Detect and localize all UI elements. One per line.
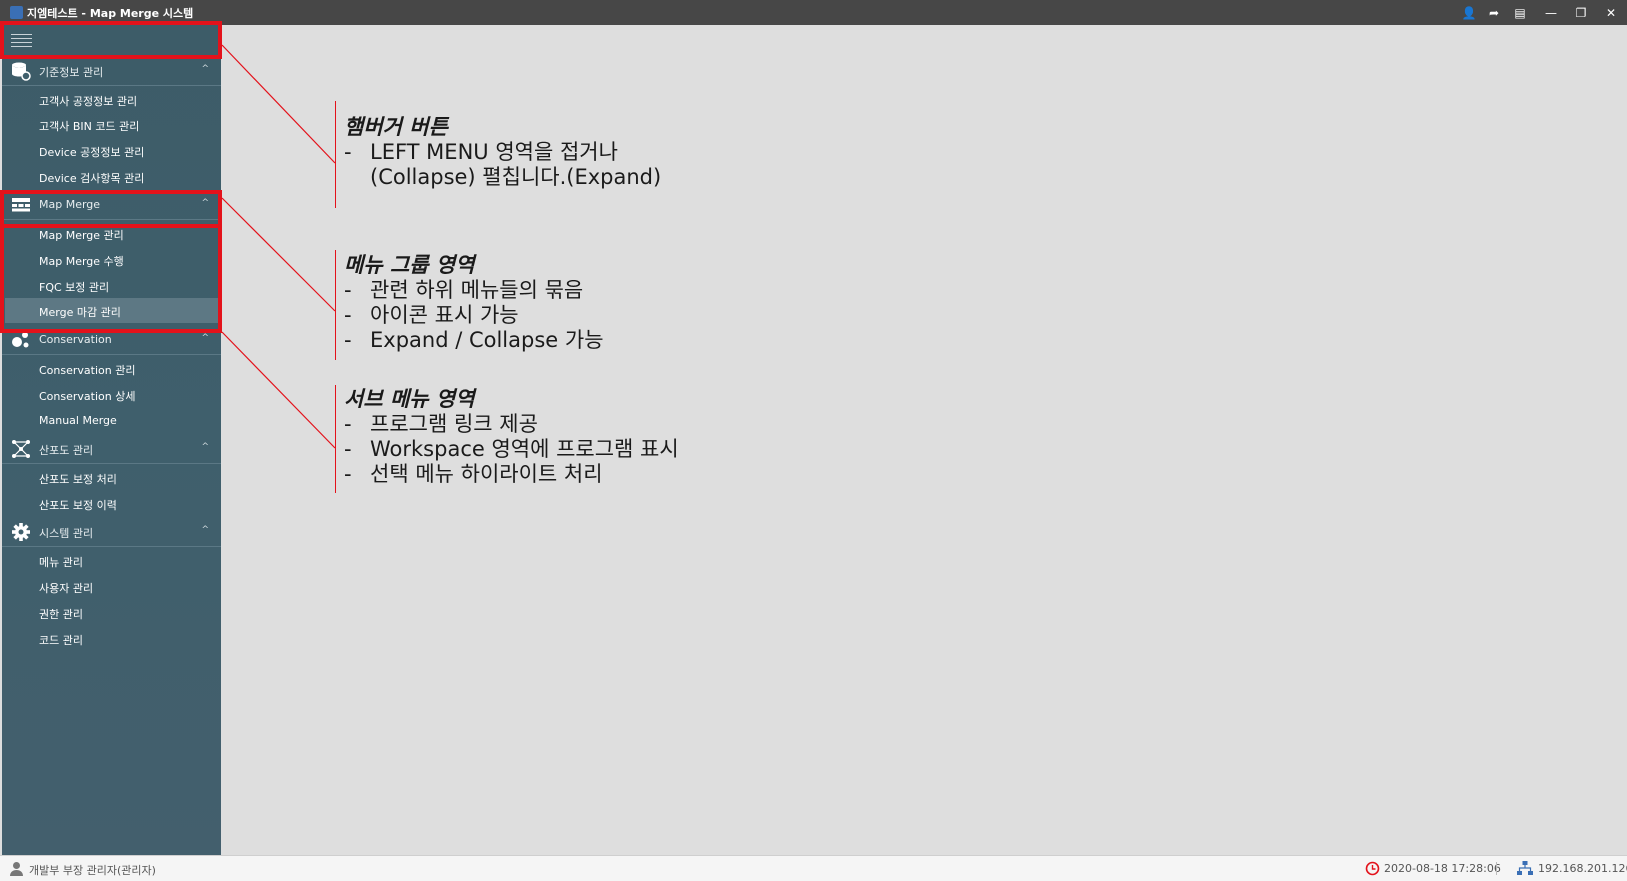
menu-item-customer-bin-code[interactable]: 고객사 BIN 코드 관리 xyxy=(5,112,218,137)
network-icon xyxy=(12,440,30,458)
restore-icon[interactable]: ❐ xyxy=(1571,3,1591,22)
menu-item-label: Merge 마감 관리 xyxy=(39,306,121,319)
share-icon[interactable]: ➦ xyxy=(1484,3,1504,22)
annotation-line: 선택 메뉴 하이라이트 처리 xyxy=(370,462,603,486)
status-divider xyxy=(1496,862,1497,875)
menu-item-fqc-correction[interactable]: FQC 보정 관리 xyxy=(5,273,218,298)
menu-item-label: 권한 관리 xyxy=(39,608,83,621)
user-switch-icon[interactable]: 👤 xyxy=(1459,3,1479,22)
annotation-line: 프로그램 링크 제공 xyxy=(370,412,538,436)
menu-item-label: Map Merge 수행 xyxy=(39,255,124,268)
menu-item-manual-merge[interactable]: Manual Merge xyxy=(5,408,218,433)
annotation-title: 메뉴 그룹 영역 xyxy=(344,253,475,277)
menu-item-customer-process-info[interactable]: 고객사 공정정보 관리 xyxy=(5,87,218,112)
database-icon xyxy=(12,62,31,81)
menu-item-map-merge-run[interactable]: Map Merge 수행 xyxy=(5,247,218,272)
annotation-line: Workspace 영역에 프로그램 표시 xyxy=(370,437,679,461)
callout-bar xyxy=(335,101,336,208)
hamburger-button[interactable] xyxy=(2,25,221,56)
status-bar: 개발부 부장 관리자(관리자) 2020-08-18 17:28:06 192.… xyxy=(0,855,1627,881)
menu-item-label: Conservation 상세 xyxy=(39,390,136,403)
chevron-up-icon[interactable]: ^ xyxy=(201,525,209,535)
annotation-menu-group: 메뉴 그룹 영역 - 관련 하위 메뉴들의 묶음 - 아이콘 표시 가능 - Expa… xyxy=(344,253,604,352)
chevron-up-icon[interactable]: ^ xyxy=(201,333,209,343)
menu-item-permission-manage[interactable]: 권한 관리 xyxy=(5,600,218,625)
menu-item-label: 산포도 보정 이력 xyxy=(39,499,117,512)
annotation-line: Expand / Collapse 가능 xyxy=(370,328,604,352)
menu-item-code-manage[interactable]: 코드 관리 xyxy=(5,626,218,651)
menu-item-device-inspection[interactable]: Device 검사항목 관리 xyxy=(5,164,218,189)
group-label: 산포도 관리 xyxy=(39,444,94,457)
menu-item-map-merge-manage[interactable]: Map Merge 관리 xyxy=(5,221,218,246)
menu-item-scatter-history[interactable]: 산포도 보정 이력 xyxy=(5,491,218,516)
chevron-up-icon[interactable]: ^ xyxy=(201,64,209,74)
menu-item-label: Device 공정정보 관리 xyxy=(39,146,145,159)
callout-bar xyxy=(335,250,336,360)
annotation-line: LEFT MENU 영역을 접거나 xyxy=(370,140,618,164)
chevron-up-icon[interactable]: ^ xyxy=(201,198,209,208)
menu-item-label: Conservation 관리 xyxy=(39,364,136,377)
title-bar: 지엠테스트 - Map Merge 시스템 👤 ➦ ▤ — ❐ ✕ xyxy=(0,0,1627,25)
menu-item-menu-manage[interactable]: 메뉴 관리 xyxy=(5,548,218,573)
callout-bar xyxy=(335,385,336,493)
menu-item-label: Map Merge 관리 xyxy=(39,229,124,242)
annotation-line: 아이콘 표시 가능 xyxy=(370,303,519,327)
menu-group-map-merge[interactable]: Map Merge ^ xyxy=(2,190,221,220)
network-icon xyxy=(1517,861,1533,875)
status-ip: 192.168.201.126 xyxy=(1538,862,1627,875)
menu-item-label: 사용자 관리 xyxy=(39,582,94,595)
menu-item-label: 고객사 공정정보 관리 xyxy=(39,95,138,108)
menu-item-label: 고객사 BIN 코드 관리 xyxy=(39,120,140,133)
menu-group-scatter[interactable]: 산포도 관리 ^ xyxy=(2,434,221,464)
close-icon[interactable]: ✕ xyxy=(1601,3,1621,22)
group-label: Conservation xyxy=(39,333,112,346)
menu-item-conservation-manage[interactable]: Conservation 관리 xyxy=(5,356,218,381)
menu-item-label: 산포도 보정 처리 xyxy=(39,473,117,486)
menu-item-user-manage[interactable]: 사용자 관리 xyxy=(5,574,218,599)
bubbles-icon xyxy=(12,332,29,348)
group-label: 시스템 관리 xyxy=(39,527,94,540)
annotation-title: 서브 메뉴 영역 xyxy=(344,387,475,411)
status-user: 개발부 부장 관리자(관리자) xyxy=(29,864,156,877)
annotation-title: 햄버거 버튼 xyxy=(344,115,448,139)
app-icon xyxy=(10,6,23,19)
grid-icon xyxy=(12,198,30,212)
menu-item-scatter-correction[interactable]: 산포도 보정 처리 xyxy=(5,465,218,490)
annotation-submenu: 서브 메뉴 영역 - 프로그램 링크 제공 - Workspace 영역에 프로그램… xyxy=(344,387,679,486)
menu-item-label: FQC 보정 관리 xyxy=(39,281,110,294)
group-label: Map Merge xyxy=(39,198,101,211)
menu-group-standard-info[interactable]: 기준정보 관리 ^ xyxy=(2,56,221,86)
callout-lines xyxy=(221,44,336,449)
annotation-hamburger: 햄버거 버튼 - LEFT MENU 영역을 접거나 (Collapse) 펼칩니… xyxy=(344,115,662,189)
menu-item-label: 코드 관리 xyxy=(39,634,83,647)
group-label: 기준정보 관리 xyxy=(39,66,104,79)
clock-icon xyxy=(1365,861,1380,876)
window-title: 지엠테스트 - Map Merge 시스템 xyxy=(27,7,194,20)
menu-item-conservation-detail[interactable]: Conservation 상세 xyxy=(5,382,218,407)
menu-item-label: Manual Merge xyxy=(39,414,117,427)
menu-group-conservation[interactable]: Conservation ^ xyxy=(2,325,221,355)
hamburger-icon xyxy=(11,34,32,47)
left-menu: 기준정보 관리 ^ 고객사 공정정보 관리 고객사 BIN 코드 관리 Devi… xyxy=(2,25,221,855)
minimize-icon[interactable]: — xyxy=(1541,3,1561,22)
status-datetime: 2020-08-18 17:28:06 xyxy=(1384,862,1501,875)
annotation-line: 관련 하위 메뉴들의 묶음 xyxy=(370,278,584,302)
menu-item-label: Device 검사항목 관리 xyxy=(39,172,145,185)
annotation-line: (Collapse) 펼칩니다.(Expand) xyxy=(370,165,662,189)
user-icon xyxy=(10,862,23,876)
document-icon[interactable]: ▤ xyxy=(1510,3,1530,22)
chevron-up-icon[interactable]: ^ xyxy=(201,442,209,452)
menu-item-device-process-info[interactable]: Device 공정정보 관리 xyxy=(5,138,218,163)
menu-group-system[interactable]: 시스템 관리 ^ xyxy=(2,517,221,547)
menu-item-merge-closing[interactable]: Merge 마감 관리 xyxy=(5,298,218,323)
menu-item-label: 메뉴 관리 xyxy=(39,556,83,569)
gear-icon xyxy=(12,523,30,541)
